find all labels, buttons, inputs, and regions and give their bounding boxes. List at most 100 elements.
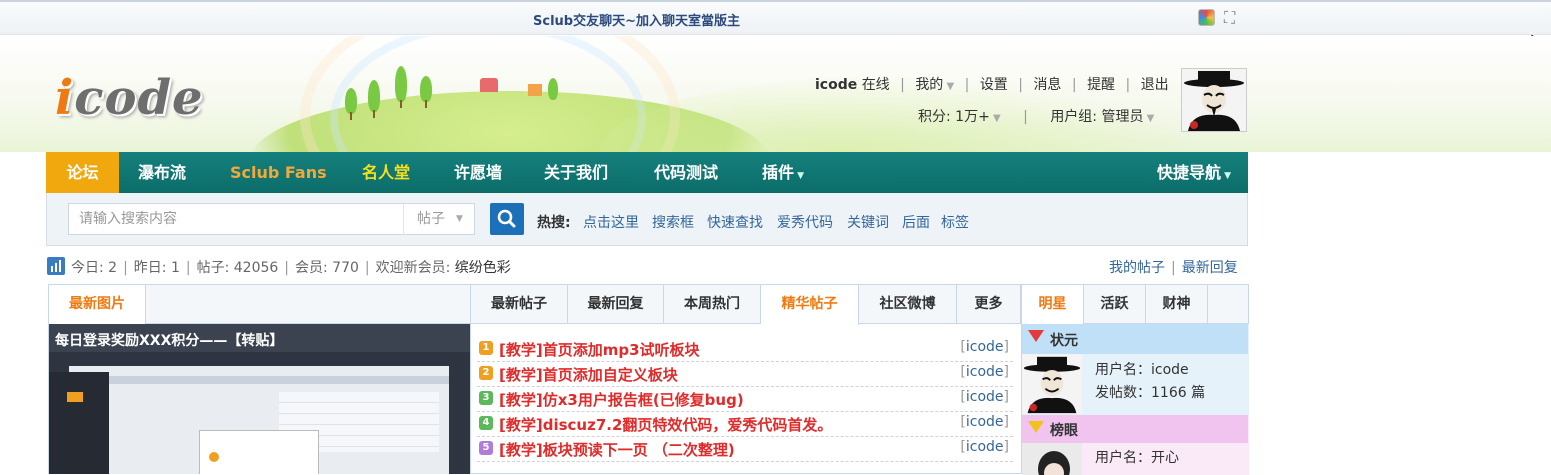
tab-community-weibo[interactable]: 社区微博: [859, 285, 957, 324]
site-logo[interactable]: icode: [55, 70, 204, 126]
post-author[interactable]: [icode]: [960, 364, 1009, 380]
nav-plugins[interactable]: 插件 ▼: [762, 152, 804, 193]
stars-panel: 明星 活跃 财神 状元 用户名：icode 发帖数：1166 篇 榜眼 用户名：…: [1021, 284, 1249, 475]
search-bar: 请输入搜索内容 帖子 ▼ 热搜: 点击这里 搜索框 快速查找 爱秀代码 关键词 后…: [46, 193, 1248, 246]
gem-yellow-icon: [1028, 421, 1044, 433]
tab-stars[interactable]: 明星: [1022, 285, 1084, 325]
first-avatar[interactable]: [1022, 354, 1082, 414]
post-title[interactable]: [教学]discuz7.2翻页特效代码，爱秀代码首发。: [499, 414, 832, 435]
hot-search-link[interactable]: 后面: [902, 212, 930, 232]
stat-posts: 帖子: 42056: [196, 260, 279, 276]
points-menu[interactable]: 积分: 1万+ ▼: [918, 109, 1001, 125]
nav-forum[interactable]: 论坛: [46, 152, 119, 193]
user-avatar[interactable]: [1181, 68, 1247, 132]
nav-wish-wall[interactable]: 许愿墙: [454, 152, 502, 193]
latest-reply-link[interactable]: 最新回复: [1182, 260, 1238, 276]
nav-waterfall[interactable]: 瀑布流: [138, 152, 186, 193]
chat-title-link[interactable]: Sclub交友聊天~加入聊天室當版主: [533, 10, 740, 29]
list-item[interactable]: 2 [教学]首页添加自定义板块 [icode]: [477, 361, 1013, 387]
hot-search-link[interactable]: 搜索框: [652, 212, 694, 232]
newest-member-link[interactable]: 缤纷色彩: [455, 260, 511, 276]
tab-latest-posts[interactable]: 最新帖子: [471, 285, 568, 324]
nav-sclub-fans[interactable]: Sclub Fans: [230, 152, 327, 193]
second-avatar[interactable]: [1022, 443, 1082, 475]
search-icon: [497, 209, 516, 228]
rank-badge: 2: [479, 366, 493, 380]
post-title[interactable]: [教学]首页添加自定义板块: [499, 364, 678, 385]
post-title[interactable]: [教学]板块预读下一页 （二次整理): [499, 439, 735, 460]
second-rank-header: 榜眼: [1022, 415, 1248, 443]
hot-search-link[interactable]: 快速查找: [707, 212, 763, 232]
hot-search-link[interactable]: 标签: [941, 212, 969, 232]
usergroup-menu[interactable]: 用户组: 管理员 ▼: [1050, 109, 1154, 125]
post-title[interactable]: [教学]仿x3用户报告框(已修复bug): [499, 389, 744, 410]
second-username: 用户名：开心: [1095, 450, 1179, 466]
tab-featured-posts[interactable]: 精华帖子: [761, 285, 859, 325]
username-link[interactable]: icode: [815, 77, 857, 93]
search-button[interactable]: [490, 203, 524, 235]
first-place-card[interactable]: 状元 用户名：icode 发帖数：1166 篇: [1022, 324, 1249, 415]
list-item[interactable]: 4 [教学]discuz7.2翻页特效代码，爱秀代码首发。 [icode]: [477, 411, 1013, 437]
color-palette-icon[interactable]: [1198, 9, 1215, 26]
caret-down-icon: ▼: [943, 81, 955, 92]
image-tabbar: 最新图片: [49, 285, 470, 325]
rank-badge: 3: [479, 391, 493, 405]
hot-search-label: 热搜:: [537, 215, 571, 231]
stat-members: 会员: 770: [295, 260, 359, 276]
divider: |: [185, 260, 191, 276]
my-menu[interactable]: 我的 ▼: [915, 77, 954, 93]
divider: |: [364, 260, 370, 276]
hot-search-link[interactable]: 关键词: [847, 212, 889, 232]
site-header: icode icode 在线 | 我的 ▼ | 设置 | 消息 | 提醒 | 退…: [0, 36, 1551, 152]
rank-badge: 1: [479, 341, 493, 355]
second-rank-label: 榜眼: [1050, 423, 1078, 439]
tab-more[interactable]: 更多: [957, 285, 1021, 324]
first-username: 用户名：icode: [1095, 362, 1189, 378]
logout-link[interactable]: 退出: [1141, 77, 1169, 93]
screenshot-thumbnail: [49, 352, 470, 474]
post-author[interactable]: [icode]: [960, 414, 1009, 430]
tab-latest-replies[interactable]: 最新回复: [568, 285, 664, 324]
list-item[interactable]: 5 [教学]板块预读下一页 （二次整理) [icode]: [477, 436, 1013, 462]
nav-quick-nav[interactable]: 快捷导航 ▼: [1157, 152, 1231, 193]
tab-latest-images[interactable]: 最新图片: [49, 285, 146, 325]
caret-down-icon: ▼: [794, 171, 805, 181]
image-caption: 每日登录奖励XXX积分——【转贴】: [55, 333, 284, 349]
tab-wealth[interactable]: 财神: [1146, 285, 1208, 324]
nav-hall-of-fame[interactable]: 名人堂: [362, 152, 410, 193]
reminders-link[interactable]: 提醒: [1087, 77, 1115, 93]
divider: |: [1125, 77, 1131, 93]
expand-icon[interactable]: ⛶: [1224, 8, 1235, 28]
tab-weekly-hot[interactable]: 本周热门: [664, 285, 761, 324]
post-author[interactable]: [icode]: [960, 389, 1009, 405]
settings-link[interactable]: 设置: [980, 77, 1008, 93]
post-title[interactable]: [教学]首页添加mp3试听板块: [499, 339, 700, 360]
list-item[interactable]: 3 [教学]仿x3用户报告框(已修复bug) [icode]: [477, 386, 1013, 412]
rank-badge: 5: [479, 441, 493, 455]
hot-search-link[interactable]: 点击这里: [583, 212, 639, 232]
tab-active[interactable]: 活跃: [1084, 285, 1146, 324]
hot-search-link[interactable]: 爱秀代码: [777, 212, 833, 232]
online-status: 在线: [861, 77, 890, 93]
latest-images-panel: 最新图片 每日登录奖励XXX积分——【转贴】: [48, 284, 471, 474]
divider: |: [1018, 77, 1023, 93]
divider: |: [1071, 77, 1077, 93]
post-author[interactable]: [icode]: [960, 339, 1009, 355]
nav-code-test[interactable]: 代码测试: [654, 152, 718, 193]
posts-tabbar: 最新帖子 最新回复 本周热门 精华帖子 社区微博 更多: [471, 285, 1021, 325]
my-posts-link[interactable]: 我的帖子: [1109, 260, 1165, 276]
posts-panel: 最新帖子 最新回复 本周热门 精华帖子 社区微博 更多 1 [教学]首页添加mp…: [470, 284, 1022, 474]
my-links: 我的帖子 | 最新回复: [1109, 257, 1238, 277]
nav-about-us[interactable]: 关于我们: [544, 152, 608, 193]
list-item[interactable]: 1 [教学]首页添加mp3试听板块 [icode]: [477, 336, 1013, 362]
image-slide[interactable]: 每日登录奖励XXX积分——【转贴】: [49, 324, 470, 474]
search-input[interactable]: 请输入搜索内容: [68, 203, 404, 235]
first-rank-label: 状元: [1050, 333, 1078, 349]
messages-link[interactable]: 消息: [1033, 77, 1061, 93]
second-place-card[interactable]: 榜眼 用户名：开心: [1022, 415, 1249, 475]
stat-today: 今日: 2: [71, 260, 118, 276]
divider: |: [284, 260, 290, 276]
post-author[interactable]: [icode]: [960, 439, 1009, 455]
search-type-select[interactable]: 帖子 ▼: [403, 203, 475, 235]
gem-red-icon: [1028, 330, 1044, 342]
